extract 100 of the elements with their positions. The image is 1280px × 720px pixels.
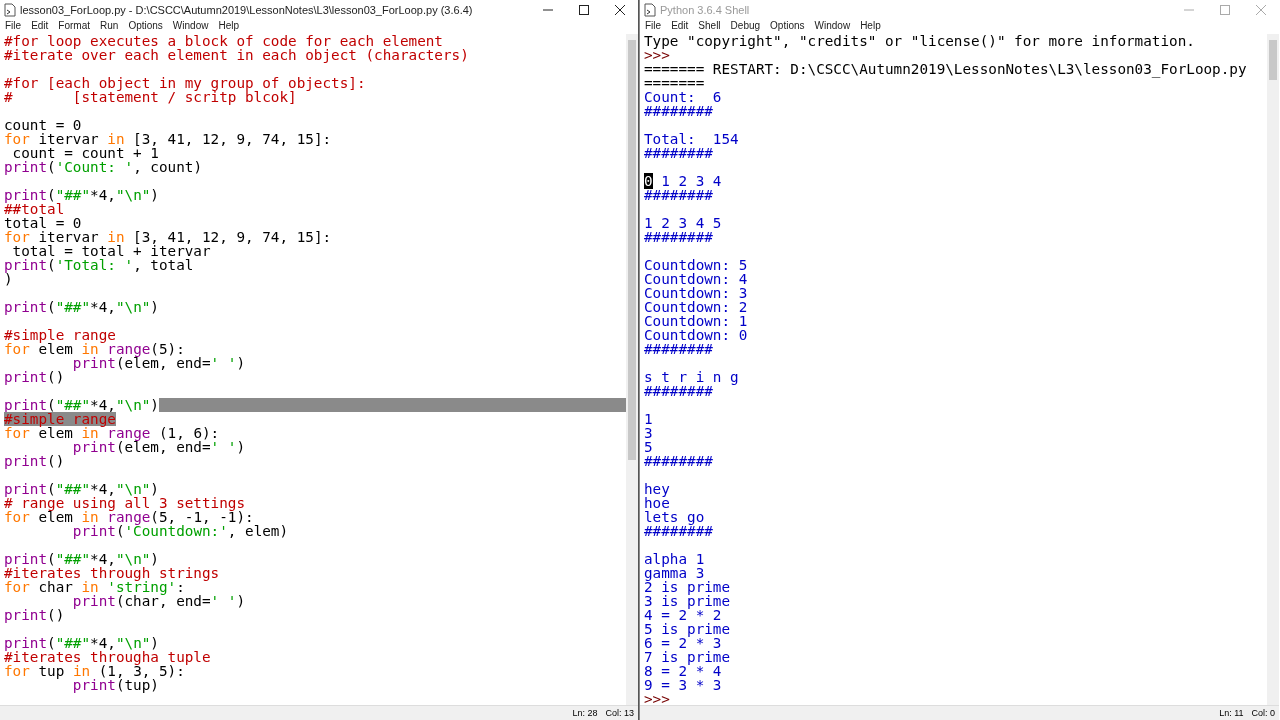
code-line: 5: [644, 440, 653, 454]
window-title: lesson03_ForLoop.py - D:\CSCC\Autumn2019\LessonNotes\L3\lesson03_ForLoop.py (3.6.4): [20, 4, 473, 16]
code-line: print(elem, end=' '): [72, 356, 246, 370]
code-line: count = 0: [4, 118, 82, 132]
code-line: print("##"*4,"\n"): [4, 482, 159, 496]
code-line: hoe: [644, 496, 670, 510]
menu-item[interactable]: Edit: [671, 20, 689, 34]
code-line: ########: [644, 188, 713, 202]
code-line: Countdown: 0: [644, 328, 748, 342]
close-icon[interactable]: [614, 4, 626, 16]
code-line: for elem in range (1, 6):: [4, 426, 220, 440]
code-line: Countdown: 4: [644, 272, 748, 286]
menu-item[interactable]: Help: [860, 20, 881, 34]
code-line: Countdown: 1: [644, 314, 748, 328]
code-line: 4 = 2 * 2: [644, 608, 722, 622]
code-line: =======: [644, 76, 705, 90]
code-line: print("##"*4,"\n"): [4, 398, 159, 412]
code-line: 6 = 2 * 3: [644, 636, 722, 650]
menu-item[interactable]: Run: [100, 20, 119, 34]
code-line: print('Count: ', count): [4, 160, 202, 174]
menu-item[interactable]: Debug: [730, 20, 761, 34]
code-line: print(): [4, 608, 65, 622]
code-line: ########: [644, 342, 713, 356]
code-line: #simple range: [4, 328, 116, 342]
code-line: print("##"*4,"\n"): [4, 552, 159, 566]
column-status: Col: 13: [605, 708, 634, 718]
code-line: for elem in range(5):: [4, 342, 185, 356]
code-line: print('Total: ', total: [4, 258, 194, 272]
code-line: total = total + itervar: [11, 244, 211, 258]
menu-item[interactable]: File: [5, 20, 22, 34]
code-line: ##total: [4, 202, 65, 216]
code-line: #for [each object in my group of objects]:: [4, 76, 366, 90]
code-line: total = 0: [4, 216, 82, 230]
window-title: Python 3.6.4 Shell: [660, 4, 750, 16]
code-line: #iterate over each element in each object (characters): [4, 48, 469, 62]
code-line: 5 is prime: [644, 622, 731, 636]
code-line: print(elem, end=' '): [72, 440, 246, 454]
code-line: count = count + 1: [11, 146, 159, 160]
menu-item[interactable]: Options: [128, 20, 163, 34]
menu-item[interactable]: File: [645, 20, 662, 34]
code-line: Total: 154: [644, 132, 739, 146]
code-line: for char in 'string':: [4, 580, 185, 594]
code-line: s t r i n g: [644, 370, 739, 384]
code-line: 0 1 2 3 4: [644, 174, 722, 188]
code-line: print(char, end=' '): [72, 594, 246, 608]
line-number-status: Ln: 11: [1219, 708, 1244, 718]
code-line: Countdown: 5: [644, 258, 748, 272]
code-line: 1 2 3 4 5: [644, 216, 722, 230]
code-line: Count: 6: [644, 90, 722, 104]
code-line: for elem in range(5, -1, -1):: [4, 510, 254, 524]
code-line: Countdown: 3: [644, 286, 748, 300]
menu-item[interactable]: Help: [218, 20, 239, 34]
code-line: print("##"*4,"\n"): [4, 300, 159, 314]
file-icon: [644, 3, 656, 17]
file-icon: [4, 3, 16, 17]
code-line: 2 is prime: [644, 580, 731, 594]
code-line: 3: [644, 426, 653, 440]
code-line: 1: [644, 412, 653, 426]
code-line: ########: [644, 384, 713, 398]
code-line: Countdown: 2: [644, 300, 748, 314]
code-line: 9 = 3 * 3: [644, 678, 722, 692]
scrollbar[interactable]: [1267, 34, 1279, 705]
maximize-icon[interactable]: [578, 4, 590, 16]
code-line: 7 is prime: [644, 650, 731, 664]
code-line: print(tup): [72, 678, 159, 692]
code-line: print('Countdown:', elem): [72, 524, 289, 538]
code-line: print(): [4, 454, 65, 468]
code-line: 8 = 2 * 4: [644, 664, 722, 678]
menu-item[interactable]: Edit: [31, 20, 49, 34]
code-line: # [statement / scritp blcok]: [4, 90, 297, 104]
code-line: ): [4, 272, 13, 286]
code-line: hey: [644, 482, 670, 496]
code-line: ########: [644, 230, 713, 244]
menu-item[interactable]: Options: [770, 20, 805, 34]
code-line: Type "copyright", "credits" or "license()" for more information.: [644, 34, 1195, 48]
code-line: 3 is prime: [644, 594, 731, 608]
column-status: Col: 0: [1251, 708, 1275, 718]
line-number-status: Ln: 28: [572, 708, 598, 718]
code-line: ======= RESTART: D:\CSCC\Autumn2019\LessonNotes\L3\lesson03_ForLoop.py: [644, 62, 1247, 76]
menu-item[interactable]: Window: [172, 20, 209, 34]
code-line: print(): [4, 370, 65, 384]
menu-item[interactable]: Shell: [698, 20, 721, 34]
code-line: # range using all 3 settings: [4, 496, 245, 510]
code-line: #iterates through strings: [4, 566, 220, 580]
code-line: ########: [644, 454, 713, 468]
code-line: gamma 3: [644, 566, 705, 580]
menu-item[interactable]: Window: [814, 20, 851, 34]
code-line: ########: [644, 146, 713, 160]
code-line: >>>: [644, 48, 670, 62]
scrollbar[interactable]: [626, 34, 638, 705]
code-line: print("##"*4,"\n"): [4, 636, 159, 650]
code-line: print("##"*4,"\n"): [4, 188, 159, 202]
code-line: for itervar in [3, 41, 12, 9, 74, 15]:: [4, 230, 332, 244]
code-line: #for loop executes a block of code for each element: [4, 34, 443, 48]
menu-item[interactable]: Format: [58, 20, 91, 34]
code-line: #iterates througha tuple: [4, 650, 211, 664]
code-line: ########: [644, 104, 713, 118]
code-line: for tup in (1, 3, 5):: [4, 664, 185, 678]
code-line: >>>: [644, 692, 671, 706]
code-line: alpha 1: [644, 552, 705, 566]
